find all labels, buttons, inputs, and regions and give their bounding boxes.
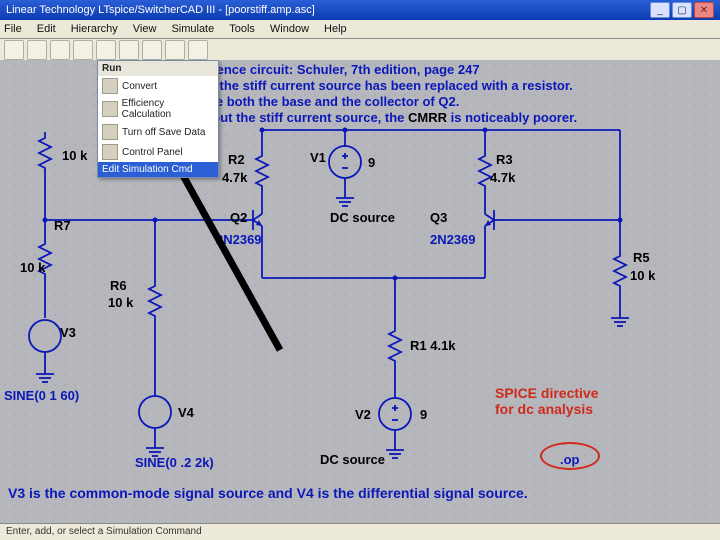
close-button[interactable]: ✕ [694, 2, 714, 18]
menu-icon [102, 101, 118, 117]
tool-button[interactable] [96, 40, 116, 60]
menu-file[interactable]: File [4, 23, 22, 35]
dropdown-item-selected[interactable]: Edit Simulation Cmd [98, 162, 218, 177]
menu-icon [102, 78, 118, 94]
dropdown-item[interactable]: Convert [98, 76, 218, 96]
footer-line: V3 is the common-mode signal source and … [8, 485, 528, 501]
label-v1: V1 [310, 150, 326, 165]
window-title: Linear Technology LTspice/SwitcherCAD II… [6, 4, 650, 16]
tool-button[interactable] [50, 40, 70, 60]
titlebar: Linear Technology LTspice/SwitcherCAD II… [0, 0, 720, 20]
label-r5-value: 10 k [630, 268, 655, 283]
menu-view[interactable]: View [133, 23, 157, 35]
menu-icon [102, 144, 118, 160]
toolbar [0, 39, 720, 62]
label-v3: V3 [60, 325, 76, 340]
label-r1: R1 4.1k [410, 338, 456, 353]
header-line-4c: is noticeably poorer. [447, 110, 577, 125]
tool-button[interactable] [119, 40, 139, 60]
dropdown-item[interactable]: Turn off Save Data [98, 122, 218, 142]
label-v2-value: 9 [420, 407, 427, 422]
label-dc-source-2: DC source [320, 452, 385, 467]
tool-button[interactable] [188, 40, 208, 60]
label-v4: V4 [178, 405, 194, 420]
tool-button[interactable] [73, 40, 93, 60]
statusbar: Enter, add, or select a Simulation Comma… [0, 523, 720, 540]
annotation-ellipse [540, 442, 600, 470]
label-q3: Q3 [430, 210, 447, 225]
menu-window[interactable]: Window [270, 23, 309, 35]
menu-hierarchy[interactable]: Hierarchy [71, 23, 118, 35]
maximize-button[interactable]: ▢ [672, 2, 692, 18]
menubar: File Edit Hierarchy View Simulate Tools … [0, 20, 720, 39]
annotation-spice-line2: for dc analysis [495, 401, 593, 417]
label-r5: R5 [633, 250, 650, 265]
tool-button[interactable] [27, 40, 47, 60]
label-sine2: SINE(0 .2 2k) [135, 455, 214, 470]
label-v1-value: 9 [368, 155, 375, 170]
schematic-canvas[interactable]: ference circuit: Schuler, 7th edition, p… [0, 60, 720, 524]
tool-button[interactable] [165, 40, 185, 60]
label-r3: R3 [496, 152, 513, 167]
label-r7-value: 10 k [20, 260, 45, 275]
header-line-1: ference circuit: Schuler, 7th edition, p… [200, 62, 480, 77]
simulate-menu-dropdown: Run Convert Efficiency Calculation Turn … [97, 60, 219, 178]
menu-tools[interactable]: Tools [229, 23, 255, 35]
label-r-top-left-value: 10 k [62, 148, 87, 163]
status-text: Enter, add, or select a Simulation Comma… [6, 526, 202, 537]
label-r3-value: 4.7k [490, 170, 515, 185]
minimize-button[interactable]: _ [650, 2, 670, 18]
label-dc-source-1: DC source [330, 210, 395, 225]
tool-button[interactable] [142, 40, 162, 60]
menu-simulate[interactable]: Simulate [171, 23, 214, 35]
header-line-4-cmrr: CMRR [408, 110, 447, 125]
label-v2: V2 [355, 407, 371, 422]
menu-icon [102, 124, 118, 140]
label-q3-type: 2N2369 [430, 232, 476, 247]
label-r7: R7 [54, 218, 71, 233]
label-sine1: SINE(0 1 60) [4, 388, 79, 403]
window-buttons: _ ▢ ✕ [650, 2, 714, 18]
annotation-spice-line1: SPICE directive [495, 385, 599, 401]
menu-help[interactable]: Help [324, 23, 347, 35]
dropdown-item[interactable]: Efficiency Calculation [98, 96, 218, 122]
menu-edit[interactable]: Edit [37, 23, 56, 35]
tool-button[interactable] [4, 40, 24, 60]
annotation-spice-directive: SPICE directive for dc analysis [495, 385, 599, 417]
dropdown-header[interactable]: Run [98, 61, 218, 76]
dropdown-item[interactable]: Control Panel [98, 142, 218, 162]
